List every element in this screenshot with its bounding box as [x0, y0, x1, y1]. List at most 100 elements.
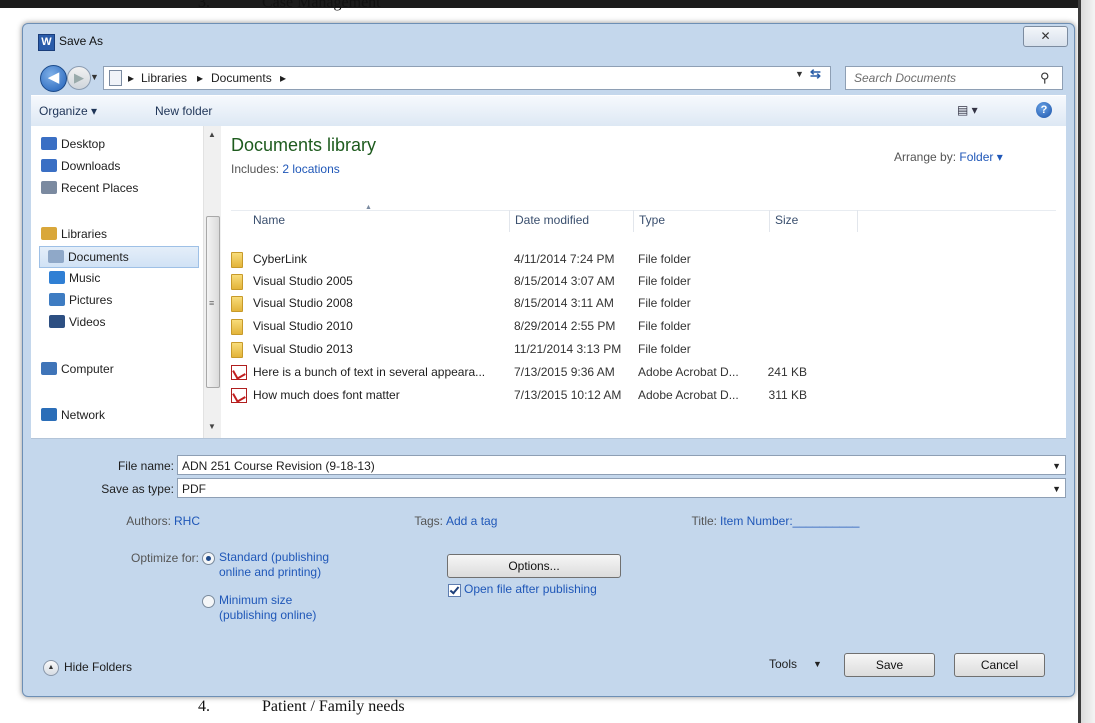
forward-button[interactable]: ▶: [67, 66, 91, 90]
pdf-file-icon: [231, 388, 247, 403]
nav-scrollbar[interactable]: ▲ ≡ ▼: [203, 126, 221, 438]
optimize-minimum-line2: (publishing online): [219, 608, 317, 622]
file-type: File folder: [638, 274, 691, 288]
title-value[interactable]: Item Number:__________: [720, 514, 859, 528]
views-icon[interactable]: ▤ ▾: [957, 103, 978, 117]
breadcrumb-separator[interactable]: ▸: [197, 71, 203, 85]
file-name: Visual Studio 2005: [253, 274, 353, 288]
nav-item-computer[interactable]: Computer: [41, 359, 201, 379]
command-toolbar: Organize ▾ New folder ▤ ▾ ?: [31, 95, 1066, 127]
optimize-standard-line1: Standard (publishing: [219, 550, 330, 564]
hide-folders-icon[interactable]: ▲: [43, 660, 59, 676]
dialog-footer: ▲ Hide Folders Tools ▼ Save Cancel: [31, 644, 1066, 688]
file-name-field[interactable]: ADN 251 Course Revision (9-18-13) ▼: [177, 455, 1066, 475]
file-row[interactable]: Visual Studio 2005 8/15/2014 3:07 AM Fil…: [231, 270, 861, 292]
nav-item-desktop[interactable]: Desktop: [41, 134, 201, 154]
save-as-type-select[interactable]: PDF ▼: [177, 478, 1066, 498]
recent-places-icon: [41, 181, 57, 194]
doc-line-patient-family: Patient / Family needs: [262, 698, 405, 715]
optimize-minimum-line1: Minimum size: [219, 593, 293, 607]
search-icon[interactable]: ⚲: [1040, 70, 1050, 86]
file-row[interactable]: Visual Studio 2010 8/29/2014 2:55 PM Fil…: [231, 315, 861, 337]
breadcrumb-libraries[interactable]: Libraries: [141, 71, 187, 85]
title-bar[interactable]: W Save As ✕: [23, 24, 1074, 54]
nav-item-libraries[interactable]: Libraries: [41, 224, 201, 244]
file-type: File folder: [638, 296, 691, 310]
optimize-minimum-radio[interactable]: [202, 595, 215, 608]
column-separator[interactable]: [769, 210, 770, 232]
folder-icon: [231, 274, 243, 290]
nav-label: Computer: [61, 362, 114, 376]
nav-item-videos[interactable]: Videos: [49, 312, 209, 332]
arrange-folder-dropdown[interactable]: Folder ▾: [959, 150, 1002, 164]
tags-value[interactable]: Add a tag: [446, 514, 497, 528]
file-row[interactable]: Here is a bunch of text in several appea…: [231, 361, 861, 383]
file-row[interactable]: CyberLink 4/11/2014 7:24 PM File folder: [231, 248, 861, 270]
column-header-name[interactable]: Name: [253, 213, 285, 227]
column-header-type[interactable]: Type: [639, 213, 665, 227]
tools-dropdown-icon[interactable]: ▼: [813, 659, 822, 669]
organize-button[interactable]: Organize ▾: [39, 104, 97, 118]
breadcrumb-separator[interactable]: ▸: [280, 71, 286, 85]
file-date: 11/21/2014 3:13 PM: [514, 342, 622, 356]
nav-item-downloads[interactable]: Downloads: [41, 156, 201, 176]
downloads-icon: [41, 159, 57, 172]
folder-icon: [231, 296, 243, 312]
refresh-icon[interactable]: ⇆: [810, 66, 821, 82]
history-dropdown-icon[interactable]: ▼: [90, 72, 99, 82]
column-header-size[interactable]: Size: [775, 213, 798, 227]
column-header-date[interactable]: Date modified: [515, 213, 589, 227]
column-header-divider: [231, 210, 1056, 211]
nav-item-pictures[interactable]: Pictures: [49, 290, 209, 310]
file-type: File folder: [638, 342, 691, 356]
options-button[interactable]: Options...: [447, 554, 621, 578]
pdf-file-icon: [231, 365, 247, 380]
videos-icon: [49, 315, 65, 328]
column-separator[interactable]: [509, 210, 510, 232]
file-row[interactable]: Visual Studio 2013 11/21/2014 3:13 PM Fi…: [231, 338, 861, 360]
close-button[interactable]: ✕: [1023, 26, 1068, 47]
file-date: 8/29/2014 2:55 PM: [514, 319, 616, 333]
includes-locations-link[interactable]: 2 locations: [282, 162, 339, 176]
open-after-publishing-checkbox[interactable]: [448, 584, 461, 597]
back-button[interactable]: ◀: [40, 65, 67, 92]
optimize-standard-radio[interactable]: [202, 552, 215, 565]
nav-label: Videos: [69, 315, 106, 329]
address-bar[interactable]: ▸ Libraries ▸ Documents ▸: [103, 66, 831, 90]
column-separator[interactable]: [633, 210, 634, 232]
tools-button[interactable]: Tools: [769, 657, 797, 671]
file-row[interactable]: Visual Studio 2008 8/15/2014 3:11 AM Fil…: [231, 292, 861, 314]
chevron-down-icon[interactable]: ▼: [1052, 479, 1061, 499]
cancel-button[interactable]: Cancel: [954, 653, 1045, 677]
authors-label: Authors:: [126, 514, 171, 528]
save-options-form: File name: ADN 251 Course Revision (9-18…: [31, 440, 1066, 670]
chevron-down-icon[interactable]: ▼: [1052, 456, 1061, 476]
file-row[interactable]: How much does font matter 7/13/2015 10:1…: [231, 384, 861, 406]
scroll-grip-icon: ≡: [209, 298, 215, 308]
nav-item-recent-places[interactable]: Recent Places: [41, 178, 201, 198]
file-name: Here is a bunch of text in several appea…: [253, 365, 486, 379]
open-after-publishing-label[interactable]: Open file after publishing: [464, 582, 597, 597]
column-separator[interactable]: [857, 210, 858, 232]
nav-label: Desktop: [61, 137, 106, 151]
search-input[interactable]: Search Documents ⚲: [845, 66, 1063, 90]
optimize-minimum-label[interactable]: Minimum size (publishing online): [219, 593, 316, 623]
scroll-up-icon[interactable]: ▲: [208, 130, 216, 139]
hide-folders-button[interactable]: Hide Folders: [64, 660, 132, 674]
authors-value[interactable]: RHC: [174, 514, 200, 528]
scroll-down-icon[interactable]: ▼: [208, 422, 216, 431]
library-includes: Includes: 2 locations: [231, 162, 340, 176]
file-name-value: ADN 251 Course Revision (9-18-13): [182, 459, 375, 473]
file-date: 4/11/2014 7:24 PM: [514, 252, 615, 266]
nav-item-documents[interactable]: Documents: [39, 246, 199, 268]
optimize-standard-label[interactable]: Standard (publishing online and printing…: [219, 550, 329, 580]
save-button[interactable]: Save: [844, 653, 935, 677]
breadcrumb-documents[interactable]: Documents: [211, 71, 272, 85]
new-folder-button[interactable]: New folder: [155, 104, 212, 118]
nav-item-network[interactable]: Network: [41, 405, 201, 425]
breadcrumb-separator[interactable]: ▸: [128, 71, 134, 85]
address-dropdown-icon[interactable]: ▼: [795, 69, 804, 79]
help-icon[interactable]: ?: [1036, 102, 1052, 118]
file-date: 7/13/2015 9:36 AM: [514, 365, 615, 379]
nav-item-music[interactable]: Music: [49, 268, 209, 288]
